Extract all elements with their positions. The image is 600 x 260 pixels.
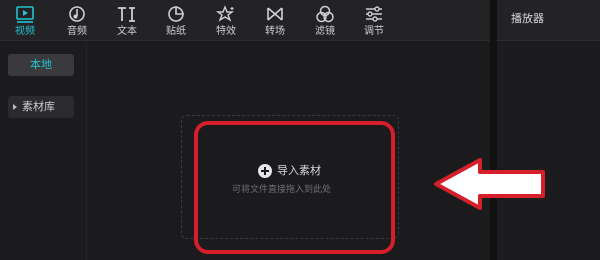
tab-audio[interactable]: 音频 [57,2,97,40]
text-icon [118,7,135,22]
sidebar-item-library[interactable]: 素材库 [8,96,74,118]
tab-label: 文本 [117,26,137,37]
player-header: 播放器 [497,0,600,41]
audio-icon [69,6,85,22]
transition-icon [267,7,283,21]
tab-label: 贴纸 [166,26,186,37]
tab-label: 视频 [15,26,35,37]
toolbar: 视频 音频 文本 贴纸 特效 转场 滤镜 调节 [0,0,490,41]
sidebar: 本地 素材库 [0,41,87,260]
tab-label: 转场 [265,26,285,37]
tab-label: 调节 [364,26,384,37]
tab-filter[interactable]: 滤镜 [305,2,345,40]
tab-sticker[interactable]: 贴纸 [156,2,196,40]
highlight-box [194,121,395,254]
tab-effects[interactable]: 特效 [206,2,246,40]
caret-right-icon [13,104,17,110]
sidebar-item-label: 素材库 [22,100,55,113]
tab-adjust[interactable]: 调节 [354,2,394,40]
tab-label: 特效 [216,26,236,37]
tab-video[interactable]: 视频 [5,2,45,40]
sticker-icon [168,6,184,22]
filter-icon [316,5,334,23]
tab-label: 滤镜 [315,26,335,37]
sidebar-item-local[interactable]: 本地 [8,54,74,76]
player-panel: 播放器 [497,0,600,260]
tab-text[interactable]: 文本 [107,2,147,40]
video-icon [16,6,34,23]
pointer-arrow-icon [434,158,545,210]
adjust-icon [366,6,382,22]
player-title: 播放器 [511,12,544,25]
tab-label: 音频 [67,26,87,37]
effects-icon [216,5,235,22]
tab-transition[interactable]: 转场 [255,2,295,40]
